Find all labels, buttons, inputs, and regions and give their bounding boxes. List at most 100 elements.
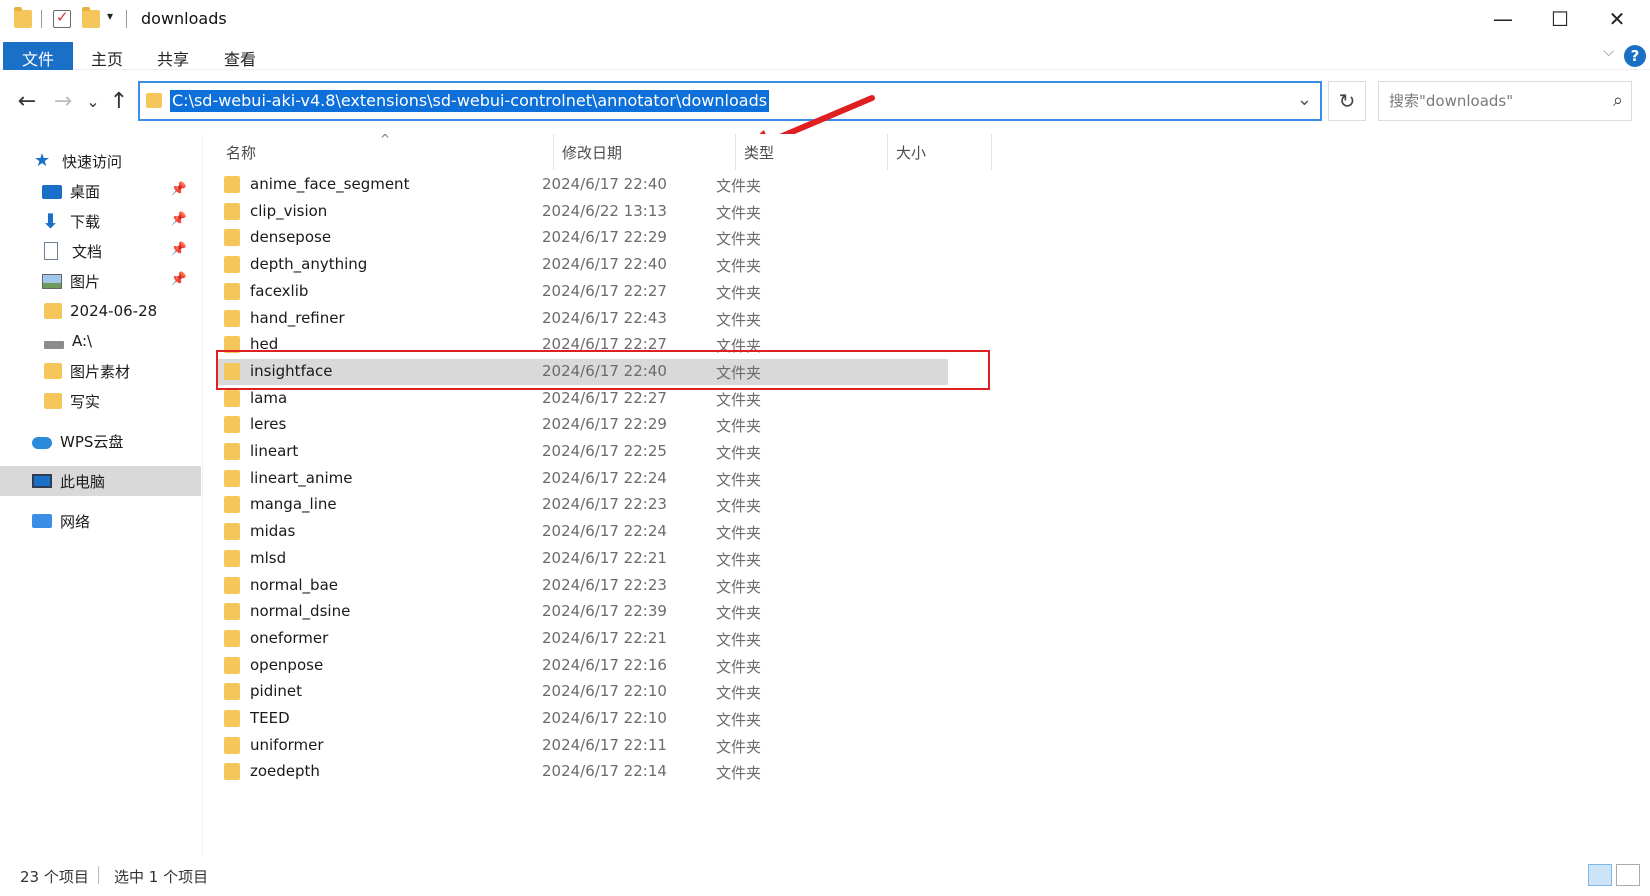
- file-type: 文件夹: [716, 417, 762, 436]
- sidebar-item-pictures[interactable]: 图片 📌: [0, 266, 201, 296]
- table-row[interactable]: zoedepth 2024/6/17 22:14 文件夹: [218, 759, 948, 785]
- sidebar-item-folder-2024-06-28[interactable]: 2024-06-28: [0, 296, 201, 326]
- table-row[interactable]: lama 2024/6/17 22:27 文件夹: [218, 386, 948, 412]
- table-row[interactable]: normal_dsine 2024/6/17 22:39 文件夹: [218, 599, 948, 625]
- maximize-button[interactable]: ☐: [1537, 4, 1583, 34]
- search-icon[interactable]: ⌕: [1613, 90, 1623, 111]
- desktop-icon: [42, 185, 62, 199]
- sidebar-item-label: 网络: [60, 512, 91, 531]
- table-row[interactable]: lineart 2024/6/17 22:25 文件夹: [218, 439, 948, 465]
- sidebar-item-label: 文档: [72, 242, 103, 261]
- folder-icon: [224, 523, 240, 541]
- table-row[interactable]: normal_bae 2024/6/17 22:23 文件夹: [218, 573, 948, 599]
- folder-icon: [14, 7, 32, 28]
- up-button[interactable]: ↑: [104, 86, 134, 116]
- folder-icon: [224, 496, 240, 514]
- file-name: TEED: [250, 709, 290, 727]
- sidebar-item-documents[interactable]: 文档 📌: [0, 236, 201, 266]
- search-box[interactable]: ⌕: [1378, 81, 1632, 121]
- navigation-pane: ★ 快速访问 桌面 📌 ⬇ 下载 📌 文档 📌 图片 📌 2024-06-28 …: [0, 134, 203, 854]
- sidebar-item-downloads[interactable]: ⬇ 下载 📌: [0, 206, 201, 236]
- column-header-type[interactable]: 类型: [736, 134, 888, 170]
- file-name: facexlib: [250, 281, 309, 300]
- minimize-button[interactable]: —: [1480, 4, 1526, 34]
- table-row[interactable]: hed 2024/6/17 22:27 文件夹: [218, 332, 948, 358]
- table-row[interactable]: openpose 2024/6/17 22:16 文件夹: [218, 653, 948, 679]
- column-header-date[interactable]: 修改日期: [554, 134, 736, 170]
- expand-ribbon-icon[interactable]: ⌵: [1603, 44, 1614, 60]
- folder-icon: [224, 710, 240, 727]
- star-icon: ★: [34, 150, 51, 171]
- chevron-down-icon[interactable]: ⌄: [1297, 89, 1312, 110]
- file-date: 2024/6/17 22:24: [542, 468, 667, 487]
- pin-icon[interactable]: 📌: [171, 242, 187, 257]
- tab-file[interactable]: 文件: [3, 42, 73, 70]
- large-icons-view-button[interactable]: [1616, 864, 1640, 886]
- table-row[interactable]: uniformer 2024/6/17 22:11 文件夹: [218, 733, 948, 759]
- sidebar-item-picture-assets[interactable]: 图片素材: [0, 356, 201, 386]
- folder-icon: [224, 683, 240, 701]
- drive-icon: [44, 341, 64, 349]
- file-date: 2024/6/17 22:27: [542, 388, 667, 407]
- file-type: 文件夹: [716, 684, 762, 703]
- file-type: 文件夹: [716, 283, 762, 302]
- new-folder-icon[interactable]: [82, 7, 100, 28]
- sidebar-item-realistic[interactable]: 写实: [0, 386, 201, 416]
- file-date: 2024/6/17 22:29: [542, 415, 667, 434]
- folder-icon: [224, 202, 240, 220]
- pin-icon[interactable]: 📌: [171, 272, 187, 287]
- file-date: 2024/6/17 22:39: [542, 602, 667, 621]
- file-type: 文件夹: [716, 444, 762, 462]
- pin-icon[interactable]: 📌: [171, 182, 187, 197]
- sidebar-item-label: 下载: [70, 212, 101, 231]
- table-row[interactable]: facexlib 2024/6/17 22:27 文件夹: [218, 279, 948, 305]
- close-button[interactable]: ✕: [1594, 4, 1640, 34]
- table-row[interactable]: TEED 2024/6/17 22:10 文件夹: [218, 706, 948, 732]
- folder-icon: [44, 363, 62, 379]
- sidebar-item-this-pc[interactable]: 此电脑: [0, 466, 201, 496]
- table-row[interactable]: midas 2024/6/17 22:24 文件夹: [218, 519, 948, 545]
- table-row[interactable]: clip_vision 2024/6/22 13:13 文件夹: [218, 199, 948, 225]
- address-text[interactable]: C:\sd-webui-aki-v4.8\extensions\sd-webui…: [170, 90, 770, 112]
- document-icon: [44, 242, 58, 260]
- table-row[interactable]: hand_refiner 2024/6/17 22:43 文件夹: [218, 306, 948, 332]
- sidebar-item-quick-access[interactable]: ★ 快速访问: [0, 146, 201, 176]
- table-row[interactable]: pidinet 2024/6/17 22:10 文件夹: [218, 679, 948, 705]
- folder-icon: [224, 736, 240, 754]
- table-row[interactable]: depth_anything 2024/6/17 22:40 文件夹: [218, 252, 948, 278]
- sidebar-item-wps-cloud[interactable]: WPS云盘: [0, 426, 201, 456]
- file-date: 2024/6/17 22:10: [542, 682, 667, 701]
- table-row[interactable]: insightface 2024/6/17 22:40 文件夹: [218, 358, 948, 385]
- column-header-label: 类型: [744, 143, 775, 162]
- forward-button[interactable]: →: [48, 86, 78, 116]
- help-icon[interactable]: ?: [1624, 45, 1646, 67]
- table-row[interactable]: leres 2024/6/17 22:29 文件夹: [218, 412, 948, 438]
- properties-icon[interactable]: [53, 8, 71, 28]
- file-date: 2024/6/17 22:27: [542, 335, 667, 354]
- sidebar-item-desktop[interactable]: 桌面 📌: [0, 176, 201, 206]
- file-date: 2024/6/17 22:11: [542, 735, 667, 754]
- back-button[interactable]: ←: [12, 86, 42, 116]
- sidebar-item-drive-a[interactable]: A:\: [0, 326, 201, 356]
- table-row[interactable]: mlsd 2024/6/17 22:21 文件夹: [218, 546, 948, 572]
- folder-icon: [224, 576, 240, 594]
- file-date: 2024/6/22 13:13: [542, 201, 667, 220]
- table-row[interactable]: manga_line 2024/6/17 22:23 文件夹: [218, 492, 948, 518]
- table-row[interactable]: anime_face_segment 2024/6/17 22:40 文件夹: [218, 172, 948, 198]
- table-row[interactable]: densepose 2024/6/17 22:29 文件夹: [218, 225, 948, 251]
- refresh-button[interactable]: ↻: [1328, 81, 1366, 121]
- tab-share[interactable]: 共享: [141, 42, 205, 70]
- table-row[interactable]: oneformer 2024/6/17 22:21 文件夹: [218, 626, 948, 652]
- tab-home[interactable]: 主页: [75, 42, 139, 70]
- file-type: 文件夹: [716, 524, 762, 543]
- customize-toolbar-icon[interactable]: ▾: [107, 9, 113, 23]
- table-row[interactable]: lineart_anime 2024/6/17 22:24 文件夹: [218, 466, 948, 492]
- column-header-name[interactable]: 名称: [218, 134, 554, 170]
- column-header-size[interactable]: 大小: [888, 134, 992, 170]
- file-name: depth_anything: [250, 255, 368, 274]
- search-input[interactable]: [1379, 82, 1599, 120]
- tab-view[interactable]: 查看: [208, 42, 272, 70]
- pin-icon[interactable]: 📌: [171, 212, 187, 227]
- details-view-button[interactable]: [1588, 864, 1612, 886]
- sidebar-item-network[interactable]: 网络: [0, 506, 201, 536]
